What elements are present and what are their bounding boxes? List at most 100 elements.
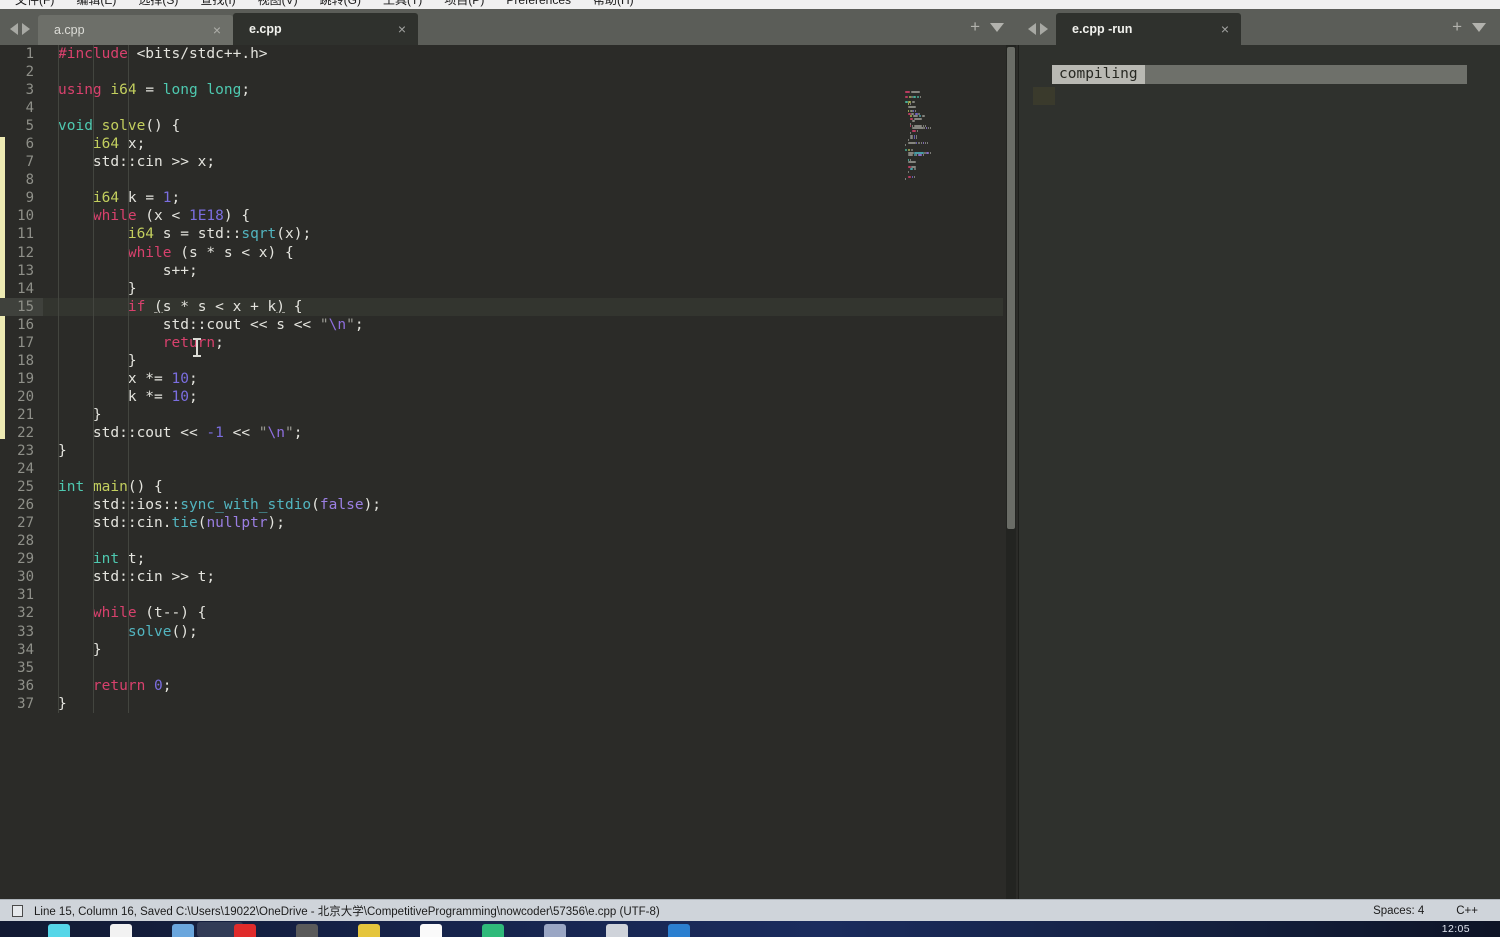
code-line[interactable]: 33 solve(); xyxy=(0,623,1018,641)
taskbar-icon-11[interactable] xyxy=(668,924,690,937)
code-line[interactable]: 7 std::cin >> x; xyxy=(0,153,1018,171)
menu-item-project[interactable]: 项目(P) xyxy=(433,0,495,6)
code-line[interactable]: 28 xyxy=(0,532,1018,550)
code-line[interactable]: 17 return; xyxy=(0,334,1018,352)
taskbar-icon-4[interactable] xyxy=(234,924,256,937)
code-text[interactable]: i64 x; xyxy=(43,135,1003,153)
code-text[interactable]: #include <bits/stdc++.h> xyxy=(43,45,1003,63)
code-text[interactable]: if (s * s < x + k) { xyxy=(43,297,1003,316)
taskbar-icon-3[interactable] xyxy=(172,924,194,937)
code-text[interactable] xyxy=(43,586,1003,604)
code-text[interactable]: std::ios::sync_with_stdio(false); xyxy=(43,496,1003,514)
editor-tab-a-cpp[interactable]: a.cpp × xyxy=(38,15,233,45)
code-line[interactable]: 32 while (t--) { xyxy=(0,604,1018,622)
code-text[interactable]: } xyxy=(43,641,1003,659)
code-line[interactable]: 21 } xyxy=(0,406,1018,424)
menu-item-file[interactable]: 文件(F) xyxy=(4,0,65,6)
code-text[interactable]: } xyxy=(43,280,1003,298)
code-line[interactable]: 34 } xyxy=(0,641,1018,659)
code-line[interactable]: 14 } xyxy=(0,280,1018,298)
close-icon[interactable]: × xyxy=(1195,22,1229,36)
language-mode[interactable]: C++ xyxy=(1456,905,1500,917)
menu-item-select[interactable]: 选择(S) xyxy=(127,0,189,6)
code-line[interactable]: 19 x *= 10; xyxy=(0,370,1018,388)
code-line[interactable]: 35 xyxy=(0,659,1018,677)
code-line[interactable]: 23} xyxy=(0,442,1018,460)
code-line[interactable]: 25 int main() { xyxy=(0,478,1018,496)
code-text[interactable]: s++; xyxy=(43,262,1003,280)
taskbar-icon-5[interactable] xyxy=(296,924,318,937)
code-text[interactable]: void solve() { xyxy=(43,117,1003,135)
code-line[interactable]: 24 xyxy=(0,460,1018,478)
code-text[interactable]: solve(); xyxy=(43,623,1003,641)
taskbar-icon-6[interactable] xyxy=(358,924,380,937)
code-line[interactable]: 27 std::cin.tie(nullptr); xyxy=(0,514,1018,532)
taskbar-icon-9[interactable] xyxy=(544,924,566,937)
code-text[interactable]: std::cin.tie(nullptr); xyxy=(43,514,1003,532)
arrow-right-icon[interactable] xyxy=(22,23,30,35)
output-tab-nav-arrows[interactable] xyxy=(1018,23,1056,45)
code-line[interactable]: 5 void solve() { xyxy=(0,117,1018,135)
menu-item-view[interactable]: 视图(V) xyxy=(247,0,309,6)
code-text[interactable]: while (s * s < x) { xyxy=(43,244,1003,262)
code-text[interactable]: while (t--) { xyxy=(43,604,1003,622)
output-panel[interactable]: compiling xyxy=(1018,45,1500,899)
scrollbar-thumb[interactable] xyxy=(1007,47,1015,529)
menu-item-edit[interactable]: 编辑(E) xyxy=(65,0,127,6)
code-editor[interactable]: 1 #include <bits/stdc++.h> 2 3 using i64 = … xyxy=(0,45,1018,899)
code-text[interactable]: while (x < 1E18) { xyxy=(43,207,1003,225)
code-line[interactable]: 8 xyxy=(0,171,1018,189)
taskbar-icon-1[interactable] xyxy=(48,924,70,937)
code-text[interactable]: return 0; xyxy=(43,677,1003,695)
code-line[interactable]: 9 i64 k = 1; xyxy=(0,189,1018,207)
code-line[interactable]: 30 std::cin >> t; xyxy=(0,568,1018,586)
taskbar-icon-10[interactable] xyxy=(606,924,628,937)
code-text[interactable] xyxy=(43,460,1003,478)
code-text[interactable] xyxy=(43,171,1003,189)
code-text[interactable]: std::cin >> t; xyxy=(43,568,1003,586)
taskbar-icons[interactable] xyxy=(48,924,690,937)
code-line[interactable]: 13 s++; xyxy=(0,262,1018,280)
code-line[interactable]: 18 } xyxy=(0,352,1018,370)
code-text[interactable] xyxy=(43,99,1003,117)
code-text[interactable]: } xyxy=(43,352,1003,370)
editor-tab-e-cpp[interactable]: e.cpp × xyxy=(233,13,418,45)
indentation-setting[interactable]: Spaces: 4 xyxy=(1373,905,1456,917)
code-line[interactable]: 20 k *= 10; xyxy=(0,388,1018,406)
arrow-right-icon[interactable] xyxy=(1040,23,1048,35)
code-text[interactable]: using i64 = long long; xyxy=(43,81,1003,99)
code-text[interactable]: } xyxy=(43,406,1003,424)
code-text[interactable]: } xyxy=(43,695,1003,713)
menu-item-find[interactable]: 查找(I) xyxy=(189,0,246,6)
new-tab-icon[interactable]: + xyxy=(1452,18,1462,35)
taskbar-icon-8[interactable] xyxy=(482,924,504,937)
taskbar-clock[interactable]: 12:05 xyxy=(1442,923,1470,935)
code-line[interactable]: 22 std::cout << -1 << "\n"; xyxy=(0,424,1018,442)
code-line[interactable]: 37} xyxy=(0,695,1018,713)
arrow-left-icon[interactable] xyxy=(10,23,18,35)
code-text[interactable]: i64 s = std::sqrt(x); xyxy=(43,225,1003,243)
code-text[interactable]: k *= 10; xyxy=(43,388,1003,406)
editor-vertical-scrollbar[interactable] xyxy=(1006,45,1016,899)
taskbar-icon-7[interactable] xyxy=(420,924,442,937)
code-line[interactable]: 29 int t; xyxy=(0,550,1018,568)
code-line[interactable]: 15 if (s * s < x + k) { xyxy=(0,297,1018,316)
close-icon[interactable]: × xyxy=(372,22,406,36)
code-line[interactable]: 10 while (x < 1E18) { xyxy=(0,207,1018,225)
code-text[interactable]: x *= 10; xyxy=(43,370,1003,388)
arrow-left-icon[interactable] xyxy=(1028,23,1036,35)
menu-item-tools[interactable]: 工具(T) xyxy=(372,0,433,6)
code-line[interactable]: 6 i64 x; xyxy=(0,135,1018,153)
code-text[interactable]: i64 k = 1; xyxy=(43,189,1003,207)
code-line[interactable]: 3 using i64 = long long; xyxy=(0,81,1018,99)
code-minimap[interactable] xyxy=(905,91,953,181)
code-line[interactable]: 26 std::ios::sync_with_stdio(false); xyxy=(0,496,1018,514)
code-line[interactable]: 16 std::cout << s << "\n"; xyxy=(0,316,1018,334)
code-text[interactable] xyxy=(43,63,1003,81)
code-text[interactable]: std::cin >> x; xyxy=(43,153,1003,171)
code-text[interactable]: int t; xyxy=(43,550,1003,568)
windows-taskbar[interactable]: 12:05 xyxy=(0,921,1500,937)
code-text[interactable]: int main() { xyxy=(43,478,1003,496)
code-line[interactable]: 36 return 0; xyxy=(0,677,1018,695)
menu-item-goto[interactable]: 跳转(G) xyxy=(309,0,372,6)
